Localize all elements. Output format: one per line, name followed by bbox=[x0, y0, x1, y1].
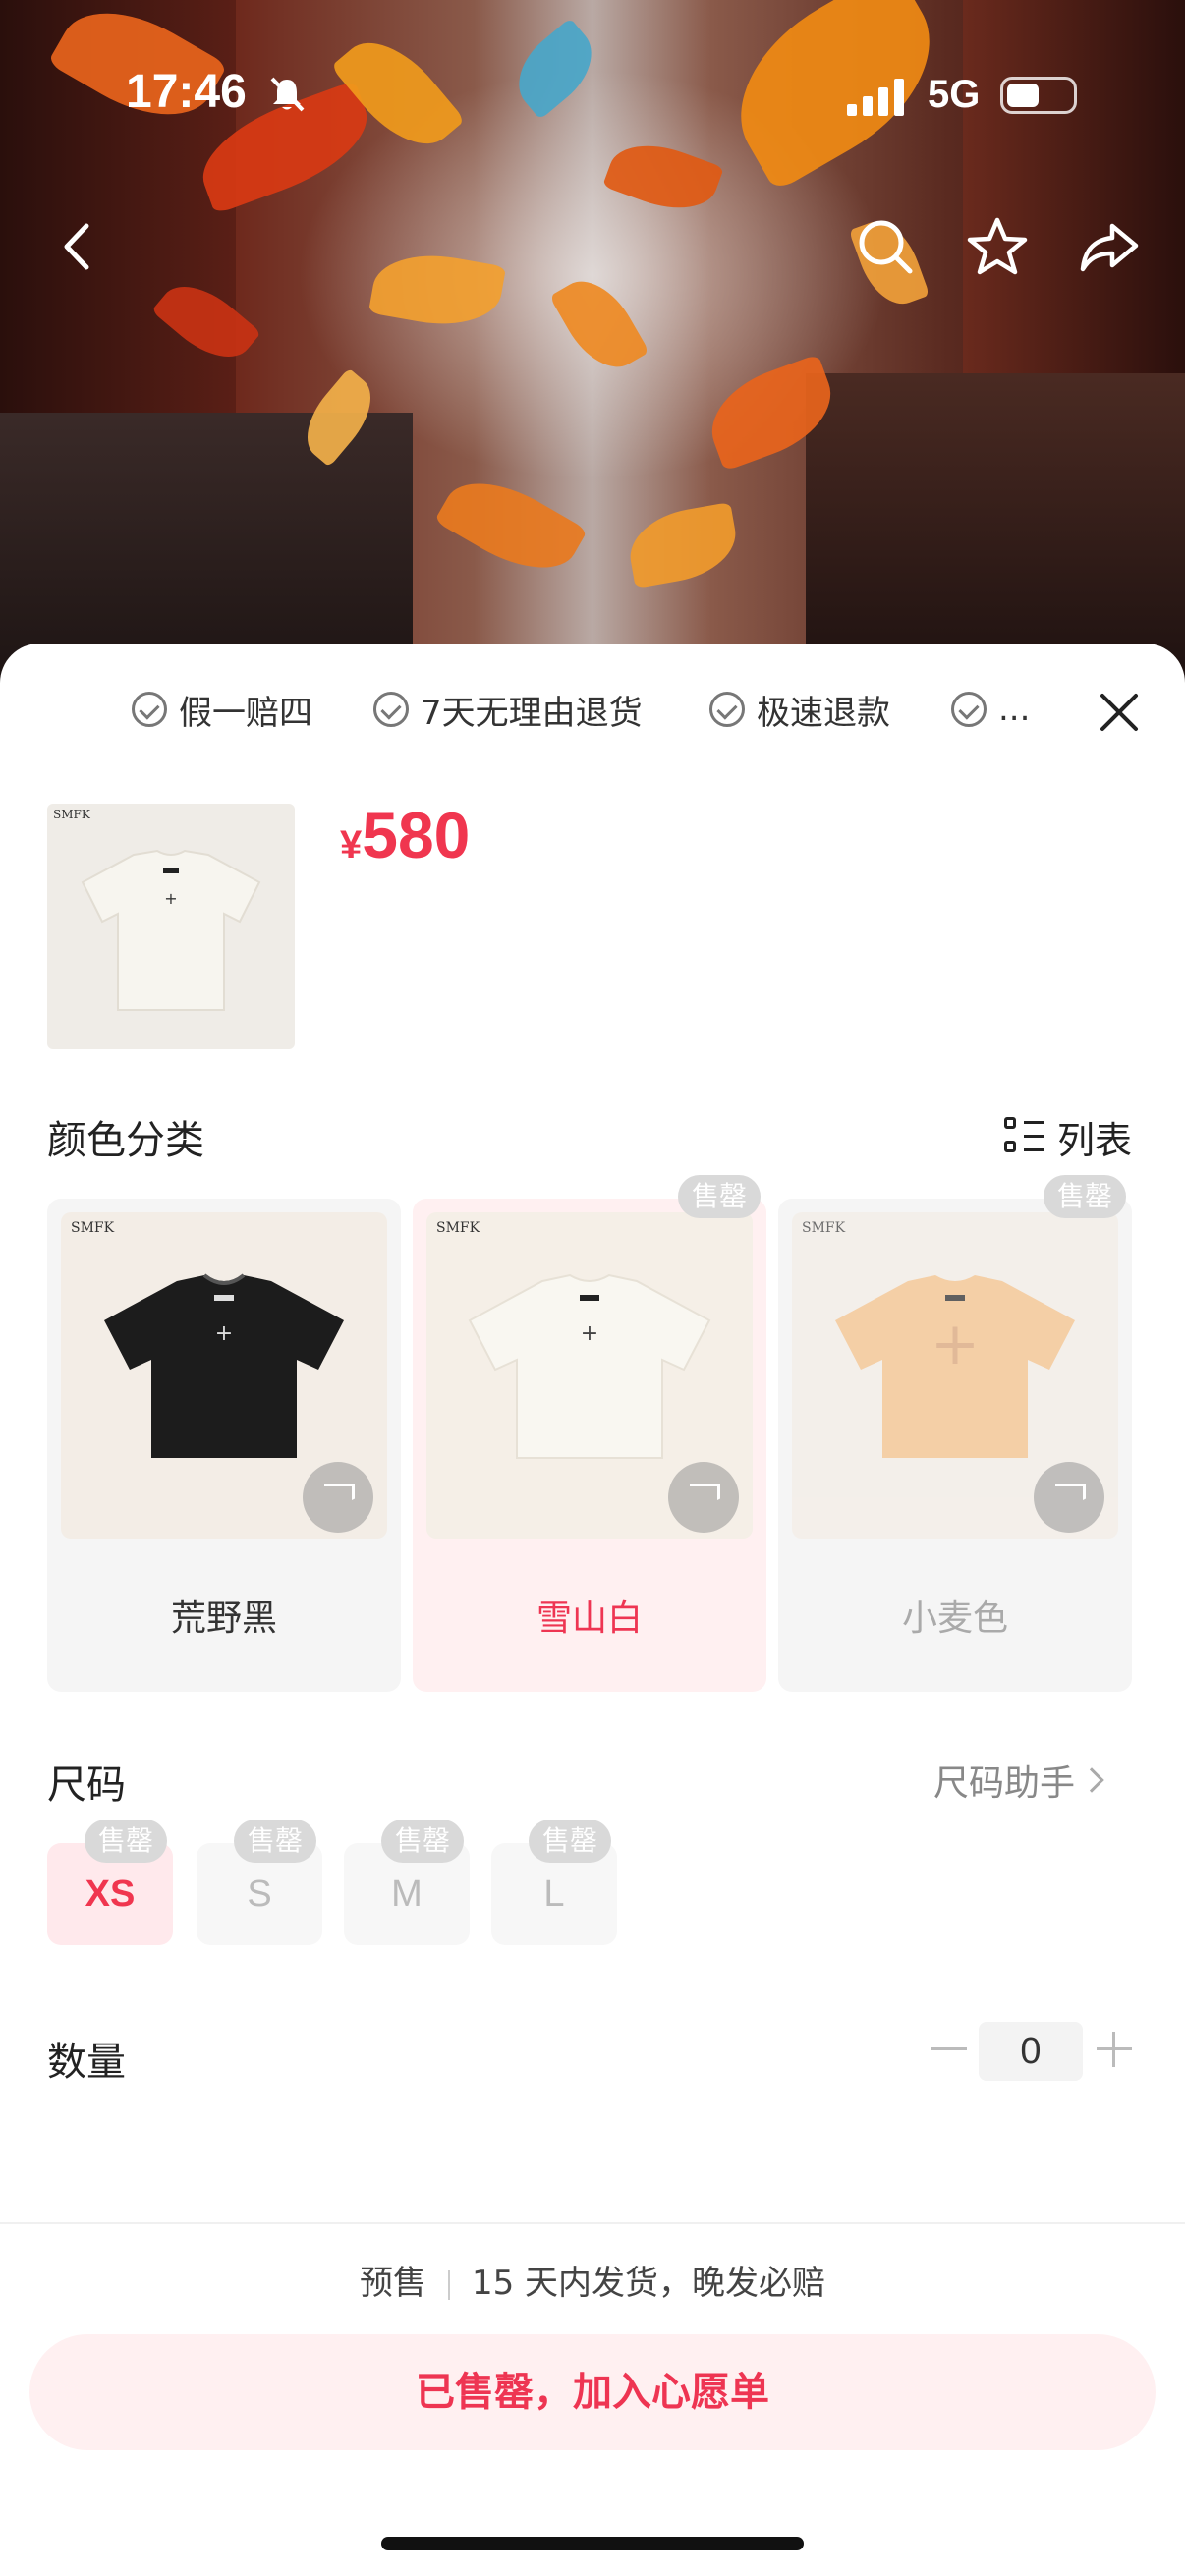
color-option-black[interactable]: SMFK + 荒野黑 bbox=[47, 1199, 401, 1692]
soldout-badge: 售罄 bbox=[1044, 1175, 1127, 1218]
color-option-white[interactable]: SMFK + 雪山白 bbox=[413, 1199, 766, 1692]
color-section-title: 颜色分类 bbox=[47, 1118, 204, 1163]
color-option-label: 小麦色 bbox=[901, 1598, 1008, 1639]
tshirt-wheat-image: + bbox=[835, 1275, 1075, 1458]
soldout-badge: 售罄 bbox=[678, 1175, 762, 1218]
signal-icon bbox=[847, 79, 904, 116]
guarantee-item-more[interactable]: ... bbox=[951, 686, 1030, 733]
shipping-text: 15 天内发货，晚发必赔 bbox=[471, 2264, 826, 2303]
divider bbox=[0, 2222, 1185, 2224]
soldout-badge: 售罄 bbox=[85, 1820, 168, 1863]
back-icon[interactable] bbox=[43, 212, 112, 281]
home-indicator bbox=[381, 2537, 804, 2550]
expand-icon[interactable] bbox=[303, 1462, 373, 1533]
soldout-badge: 售罄 bbox=[529, 1820, 612, 1863]
color-option-wheat[interactable]: SMFK + 小麦色 bbox=[778, 1199, 1132, 1692]
price-currency: ¥ bbox=[340, 823, 363, 867]
list-label: 列表 bbox=[1057, 1119, 1133, 1162]
star-icon[interactable] bbox=[963, 212, 1032, 281]
brand-tag: SMFK bbox=[71, 1220, 115, 1236]
guarantee-item: 极速退款 bbox=[709, 686, 890, 733]
expand-icon[interactable] bbox=[668, 1462, 739, 1533]
status-time: 17:46 bbox=[126, 66, 247, 118]
brand-tag: SMFK bbox=[436, 1220, 480, 1236]
svg-text:+: + bbox=[931, 1310, 980, 1378]
size-section-title: 尺码 bbox=[47, 1763, 126, 1808]
quantity-minus-button[interactable] bbox=[928, 2028, 971, 2071]
tshirt-image: + bbox=[81, 849, 261, 1011]
presale-tag: 预售 bbox=[359, 2264, 426, 2303]
price-value: 580 bbox=[362, 799, 471, 871]
check-circle-icon bbox=[132, 692, 167, 727]
svg-text:+: + bbox=[581, 1321, 598, 1346]
guarantee-item: 7天无理由退货 bbox=[373, 686, 643, 733]
guarantee-label: 假一赔四 bbox=[179, 693, 312, 733]
soldout-badge: 售罄 bbox=[381, 1820, 465, 1863]
check-circle-icon bbox=[373, 692, 409, 727]
network-label: 5G bbox=[928, 73, 981, 116]
quantity-plus-button[interactable] bbox=[1093, 2028, 1136, 2071]
expand-icon[interactable] bbox=[1034, 1462, 1104, 1533]
svg-text:+: + bbox=[164, 889, 177, 908]
guarantee-label: ... bbox=[998, 690, 1031, 729]
check-circle-icon bbox=[709, 692, 745, 727]
share-icon[interactable] bbox=[1075, 212, 1144, 281]
price: ¥580 bbox=[340, 798, 470, 872]
guarantee-label: 7天无理由退货 bbox=[421, 693, 643, 733]
soldout-badge: 售罄 bbox=[234, 1820, 317, 1863]
quantity-value[interactable]: 0 bbox=[979, 2022, 1083, 2081]
close-icon[interactable] bbox=[1095, 688, 1144, 737]
separator bbox=[447, 2269, 450, 2300]
bell-muted-icon bbox=[270, 77, 305, 112]
search-icon[interactable] bbox=[851, 212, 920, 281]
tshirt-black-image: + bbox=[104, 1273, 344, 1458]
chevron-right-icon bbox=[1079, 1767, 1104, 1793]
list-view-toggle[interactable]: 列表 bbox=[1004, 1110, 1132, 1164]
check-circle-icon bbox=[951, 692, 987, 727]
battery-icon bbox=[1000, 77, 1077, 114]
tshirt-white-image: + bbox=[468, 1273, 711, 1459]
shipping-info: 预售 15 天内发货，晚发必赔 bbox=[0, 2256, 1185, 2304]
brand-tag: SMFK bbox=[802, 1220, 846, 1236]
color-option-label: 雪山白 bbox=[536, 1598, 643, 1639]
svg-text:+: + bbox=[215, 1321, 233, 1346]
guarantee-item: 假一赔四 bbox=[132, 686, 312, 733]
guarantee-label: 极速退款 bbox=[757, 693, 890, 733]
product-thumbnail[interactable]: SMFK + bbox=[47, 804, 295, 1049]
size-helper-link[interactable]: 尺码助手 bbox=[933, 1755, 1104, 1806]
color-option-label: 荒野黑 bbox=[170, 1598, 277, 1639]
add-to-wishlist-button[interactable]: 已售罄，加入心愿单 bbox=[29, 2334, 1156, 2450]
size-helper-label: 尺码助手 bbox=[933, 1764, 1076, 1804]
list-icon bbox=[1004, 1116, 1044, 1158]
quantity-title: 数量 bbox=[47, 2040, 126, 2085]
brand-tag: SMFK bbox=[53, 808, 90, 821]
